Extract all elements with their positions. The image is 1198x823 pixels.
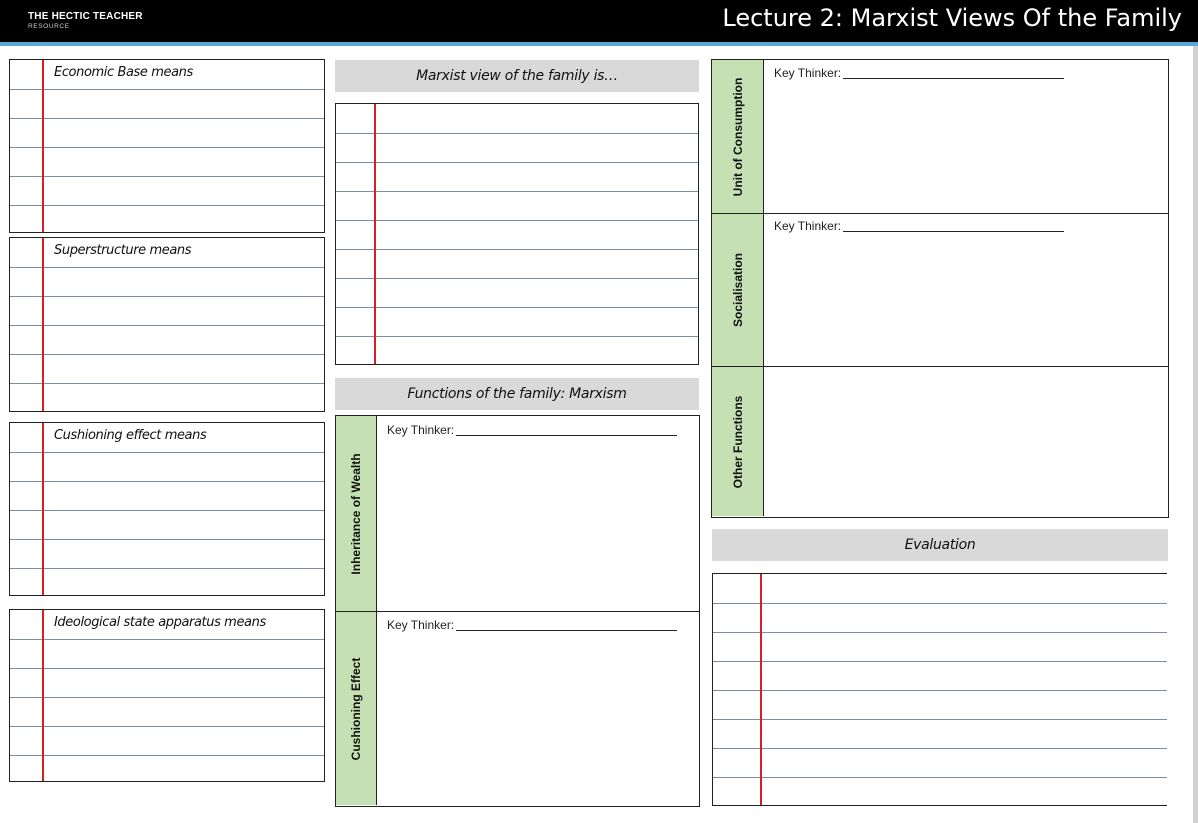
key-thinker-line[interactable]	[843, 231, 1064, 232]
ruled-line	[10, 539, 324, 540]
ruled-line	[10, 205, 324, 206]
ruled-line	[336, 278, 698, 279]
ruled-line	[10, 89, 324, 90]
brand-logo: THE HECTIC TEACHER RESOURCE	[28, 11, 143, 31]
margin-line	[42, 238, 44, 411]
inheritance-of-wealth-label: Inheritance of Wealth	[349, 452, 363, 575]
ruled-line	[713, 777, 1167, 778]
functions-heading: Functions of the family: Marxism	[335, 378, 699, 410]
ruled-line	[10, 481, 324, 482]
ruled-line	[10, 118, 324, 119]
ruled-line	[10, 176, 324, 177]
cushioning-effect-side-label: Cushioning Effect	[349, 657, 363, 760]
ruled-line	[10, 452, 324, 453]
page-edge	[1193, 46, 1198, 823]
ruled-line	[336, 307, 698, 308]
ruled-line	[713, 632, 1167, 633]
ruled-line	[336, 191, 698, 192]
margin-line	[760, 574, 762, 805]
ruled-line	[10, 697, 324, 698]
side-label-box: Socialisation	[712, 214, 764, 366]
ruled-line	[336, 133, 698, 134]
ruled-line	[713, 748, 1167, 749]
evaluation-heading: Evaluation	[712, 529, 1168, 561]
ruled-line	[10, 755, 324, 756]
ruled-line	[10, 325, 324, 326]
margin-line	[42, 423, 44, 595]
ruled-line	[10, 568, 324, 569]
ruled-line	[10, 668, 324, 669]
cushioning-effect-cell[interactable]: Cushioning Effect Key Thinker:	[336, 611, 699, 805]
page-title: Lecture 2: Marxist Views Of the Family	[722, 4, 1182, 32]
economic-base-box[interactable]: Economic Base means	[9, 59, 325, 233]
ruled-line	[336, 220, 698, 221]
evaluation-notes[interactable]	[712, 573, 1167, 806]
ruled-line	[10, 639, 324, 640]
right-functions-panel: Unit of Consumption Key Thinker: Sociali…	[711, 59, 1169, 518]
key-thinker-line[interactable]	[843, 78, 1064, 79]
ruled-line	[10, 726, 324, 727]
margin-line	[374, 104, 376, 364]
socialisation-cell[interactable]: Socialisation Key Thinker:	[712, 213, 1168, 366]
ruled-line	[10, 354, 324, 355]
ruled-line	[10, 296, 324, 297]
ideological-state-apparatus-label: Ideological state apparatus means	[54, 615, 266, 630]
key-thinker-line[interactable]	[456, 435, 677, 436]
superstructure-box[interactable]: Superstructure means	[9, 237, 325, 412]
ruled-line	[10, 147, 324, 148]
side-label-box: Cushioning Effect	[336, 612, 377, 805]
ideological-state-apparatus-box[interactable]: Ideological state apparatus means	[9, 609, 325, 782]
header-bar: THE HECTIC TEACHER RESOURCE Lecture 2: M…	[0, 0, 1198, 46]
marxist-view-notes[interactable]	[335, 103, 699, 365]
ruled-line	[10, 267, 324, 268]
margin-line	[42, 610, 44, 781]
socialisation-label: Socialisation	[730, 252, 745, 328]
other-functions-cell[interactable]: Other Functions	[712, 366, 1168, 516]
side-label-box: Inheritance of Wealth	[336, 416, 377, 611]
side-label-box: Other Functions	[712, 367, 764, 516]
ruled-line	[713, 661, 1167, 662]
key-thinker-label: Key Thinker:	[774, 219, 842, 233]
ruled-line	[10, 383, 324, 384]
brand-name: THE HECTIC TEACHER	[28, 11, 143, 22]
cushioning-effect-box[interactable]: Cushioning effect means	[9, 422, 325, 596]
key-thinker-label: Key Thinker:	[387, 618, 455, 632]
ruled-line	[713, 603, 1167, 604]
cushioning-effect-label: Cushioning effect means	[54, 428, 207, 443]
inheritance-of-wealth-cell[interactable]: Inheritance of Wealth Key Thinker:	[336, 416, 699, 611]
key-thinker-line[interactable]	[456, 630, 677, 631]
economic-base-label: Economic Base means	[54, 65, 193, 80]
middle-functions-panel: Inheritance of Wealth Key Thinker: Cushi…	[335, 415, 700, 807]
ruled-line	[336, 249, 698, 250]
key-thinker-label: Key Thinker:	[387, 423, 455, 437]
ruled-line	[336, 162, 698, 163]
brand-subtitle: RESOURCE	[28, 23, 70, 30]
unit-of-consumption-cell[interactable]: Unit of Consumption Key Thinker:	[712, 60, 1168, 213]
side-label-box: Unit of Consumption	[712, 60, 764, 213]
ruled-line	[336, 336, 698, 337]
superstructure-label: Superstructure means	[54, 243, 192, 258]
other-functions-label: Other Functions	[730, 395, 745, 488]
ruled-line	[713, 690, 1167, 691]
ruled-line	[10, 510, 324, 511]
key-thinker-label: Key Thinker:	[774, 66, 842, 80]
marxist-view-heading: Marxist view of the family is…	[335, 60, 699, 92]
ruled-line	[713, 719, 1167, 720]
unit-of-consumption-label: Unit of Consumption	[730, 77, 745, 196]
margin-line	[42, 60, 44, 232]
